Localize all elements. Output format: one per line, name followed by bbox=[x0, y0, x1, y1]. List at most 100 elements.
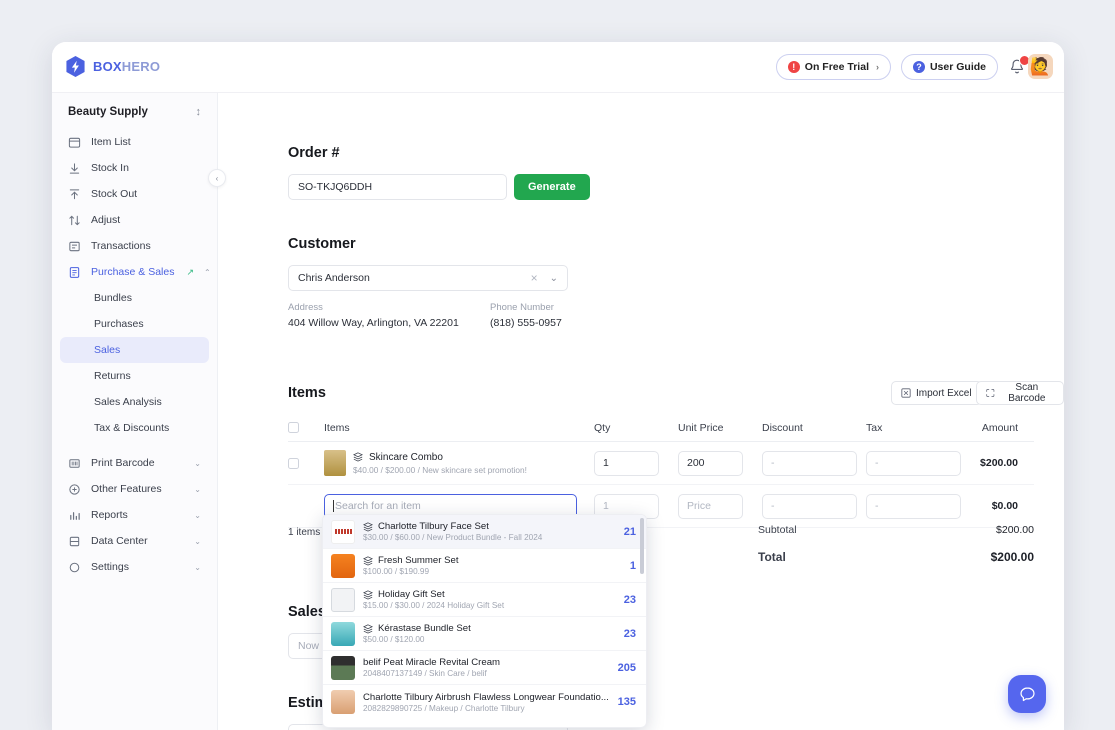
chat-support-button[interactable] bbox=[1008, 675, 1046, 713]
new-amount-value: $0.00 bbox=[966, 500, 1034, 512]
sidebar-item-purchases[interactable]: Purchases bbox=[60, 311, 209, 337]
plus-circle-icon bbox=[68, 483, 81, 496]
gear-icon bbox=[68, 561, 81, 574]
sidebar-item-purchase-and-sales[interactable]: Purchase & Sales ↗ ⌃ bbox=[60, 259, 209, 285]
workspace-switcher[interactable]: Beauty Supply ↕ bbox=[52, 93, 217, 129]
option-subtitle: 2048407137149 / Skin Care / belif bbox=[363, 669, 610, 678]
customer-value: Chris Anderson bbox=[298, 272, 370, 284]
row-item-cell: Skincare Combo $40.00 / $200.00 / New sk… bbox=[324, 450, 594, 476]
option-thumbnail bbox=[331, 554, 355, 578]
qty-input[interactable]: 1 bbox=[594, 451, 659, 476]
sidebar-item-adjust[interactable]: Adjust bbox=[60, 207, 209, 233]
total-label: Total bbox=[758, 550, 786, 564]
option-qty: 23 bbox=[624, 628, 636, 640]
sidebar-item-bundles[interactable]: Bundles bbox=[60, 285, 209, 311]
sidebar-item-label: Stock In bbox=[91, 162, 201, 174]
sidebar-item-data-center[interactable]: Data Center ⌄ bbox=[60, 528, 209, 554]
option-name-row: Charlotte Tilbury Face Set bbox=[363, 521, 616, 532]
tax-cell: - bbox=[866, 451, 966, 476]
sidebar-subitem-label: Sales bbox=[94, 344, 120, 356]
import-excel-button[interactable]: Import Excel bbox=[891, 381, 982, 405]
sidebar-item-label: Item List bbox=[91, 136, 201, 148]
total-value: $200.00 bbox=[991, 550, 1034, 564]
sidebar-item-item-list[interactable]: Item List bbox=[60, 129, 209, 155]
user-guide-button[interactable]: ? User Guide bbox=[901, 54, 998, 80]
option-name: belif Peat Miracle Revital Cream bbox=[363, 657, 500, 668]
option-name-row: Charlotte Tilbury Airbrush Flawless Long… bbox=[363, 692, 610, 703]
new-tax-input[interactable]: - bbox=[866, 494, 961, 519]
excel-icon bbox=[901, 388, 911, 398]
sidebar-item-print-barcode[interactable]: Print Barcode ⌄ bbox=[60, 450, 209, 476]
list-item[interactable]: Kérastase Bundle Set $50.00 / $120.00 23 bbox=[323, 617, 646, 651]
app-logo[interactable]: BOXHERO bbox=[65, 55, 160, 78]
unit-price-cell: 200 bbox=[678, 451, 762, 476]
column-tax: Tax bbox=[866, 422, 966, 434]
import-excel-label: Import Excel bbox=[916, 388, 972, 399]
top-bar: BOXHERO ! On Free Trial › ? User Guide 🙋 bbox=[52, 42, 1064, 93]
sidebar-item-returns[interactable]: Returns bbox=[60, 363, 209, 389]
option-text: Charlotte Tilbury Airbrush Flawless Long… bbox=[363, 692, 610, 713]
sidebar-item-tax-and-discounts[interactable]: Tax & Discounts bbox=[60, 415, 209, 441]
list-item[interactable]: Fresh Summer Set $100.00 / $190.99 1 bbox=[323, 549, 646, 583]
barcode-icon bbox=[68, 457, 81, 470]
avatar[interactable]: 🙋 bbox=[1028, 54, 1053, 79]
option-name-row: Fresh Summer Set bbox=[363, 555, 622, 566]
sidebar-item-reports[interactable]: Reports ⌄ bbox=[60, 502, 209, 528]
generate-button[interactable]: Generate bbox=[514, 174, 590, 200]
clear-icon[interactable]: × bbox=[531, 271, 538, 285]
list-item[interactable]: belif Peat Miracle Revital Cream 2048407… bbox=[323, 651, 646, 685]
list-item[interactable]: Holiday Gift Set $15.00 / $30.00 / 2024 … bbox=[323, 583, 646, 617]
option-name: Holiday Gift Set bbox=[378, 589, 445, 600]
option-text: Charlotte Tilbury Face Set $30.00 / $60.… bbox=[363, 521, 616, 542]
order-number-title: Order # bbox=[288, 145, 340, 161]
new-price-input[interactable]: Price bbox=[678, 494, 743, 519]
sidebar-item-stock-in[interactable]: Stock In bbox=[60, 155, 209, 181]
item-search-dropdown[interactable]: Charlotte Tilbury Face Set $30.00 / $60.… bbox=[322, 514, 647, 728]
scan-barcode-button[interactable]: Scan Barcode bbox=[976, 381, 1064, 405]
row-checkbox[interactable] bbox=[288, 458, 299, 469]
sidebar-subitem-label: Sales Analysis bbox=[94, 396, 162, 408]
order-number-input[interactable]: SO-TKJQ6DDH bbox=[288, 174, 507, 200]
sidebar-item-other-features[interactable]: Other Features ⌄ bbox=[60, 476, 209, 502]
dropdown-scrollbar[interactable] bbox=[640, 518, 644, 574]
chevron-down-icon[interactable]: ⌄ bbox=[550, 273, 558, 284]
sidebar-item-label: Settings bbox=[91, 561, 184, 573]
sidebar-item-sales-analysis[interactable]: Sales Analysis bbox=[60, 389, 209, 415]
option-qty: 205 bbox=[618, 662, 636, 674]
column-amount: Amount bbox=[966, 422, 1034, 434]
select-all-cell bbox=[288, 422, 324, 433]
sidebar-subitem-label: Purchases bbox=[94, 318, 144, 330]
scan-barcode-label: Scan Barcode bbox=[1000, 382, 1054, 404]
select-all-checkbox[interactable] bbox=[288, 422, 299, 433]
unit-price-input[interactable]: 200 bbox=[678, 451, 743, 476]
option-text: Holiday Gift Set $15.00 / $30.00 / 2024 … bbox=[363, 589, 616, 610]
new-discount-input[interactable]: - bbox=[762, 494, 857, 519]
text-caret bbox=[333, 500, 334, 512]
column-unit-price: Unit Price bbox=[678, 422, 762, 434]
subtotal-label: Subtotal bbox=[758, 524, 797, 536]
sidebar-item-transactions[interactable]: Transactions bbox=[60, 233, 209, 259]
phone-label: Phone Number bbox=[490, 302, 562, 313]
chevron-down-icon: ⌄ bbox=[194, 563, 201, 572]
sidebar-item-label: Stock Out bbox=[91, 188, 201, 200]
sidebar-collapse-button[interactable]: ‹ bbox=[208, 169, 226, 187]
tax-input[interactable]: - bbox=[866, 451, 961, 476]
option-thumbnail bbox=[331, 656, 355, 680]
sidebar-item-settings[interactable]: Settings ⌄ bbox=[60, 554, 209, 580]
pin-icon[interactable]: ↗ bbox=[186, 267, 194, 278]
bundle-icon bbox=[363, 590, 373, 600]
discount-input[interactable]: - bbox=[762, 451, 857, 476]
option-subtitle: $100.00 / $190.99 bbox=[363, 567, 622, 576]
list-item[interactable]: Charlotte Tilbury Face Set $30.00 / $60.… bbox=[323, 515, 646, 549]
column-items: Items bbox=[324, 422, 594, 434]
sidebar-item-stock-out[interactable]: Stock Out bbox=[60, 181, 209, 207]
question-circle-icon: ? bbox=[913, 61, 925, 73]
option-thumbnail bbox=[331, 520, 355, 544]
option-qty: 21 bbox=[624, 526, 636, 538]
list-item[interactable]: Charlotte Tilbury Airbrush Flawless Long… bbox=[323, 685, 646, 719]
free-trial-button[interactable]: ! On Free Trial › bbox=[776, 54, 891, 80]
sidebar-item-sales[interactable]: Sales bbox=[60, 337, 209, 363]
arrow-up-icon bbox=[68, 188, 81, 201]
customer-select[interactable]: Chris Anderson × ⌄ bbox=[288, 265, 568, 291]
address-label: Address bbox=[288, 302, 459, 313]
